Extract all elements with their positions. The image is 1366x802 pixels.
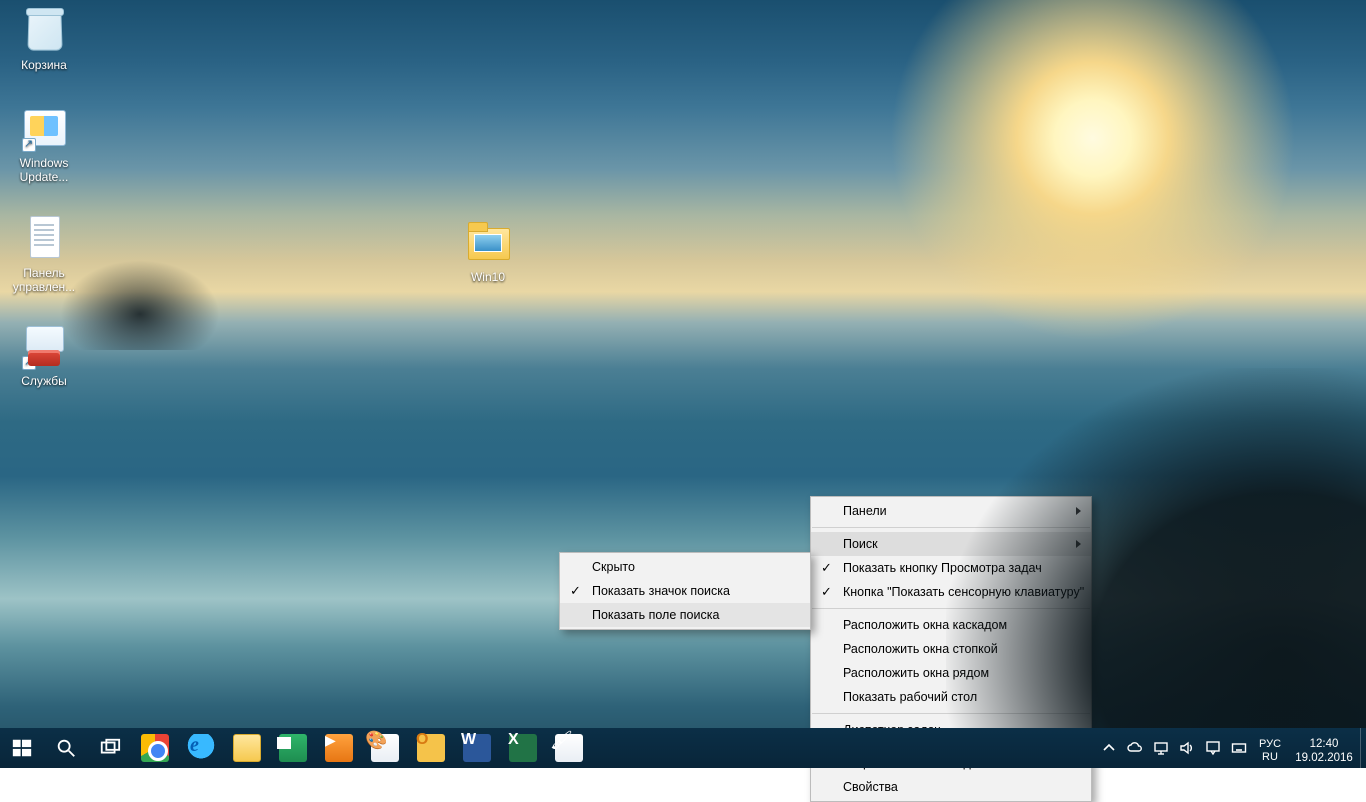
menu-item-label: Показать рабочий стол [843,690,977,704]
menu-item-label: Свойства [843,780,898,794]
search-button[interactable] [44,728,88,768]
menu-item-stack[interactable]: Расположить окна стопкой [811,637,1091,661]
submenu-item-show-icon[interactable]: Показать значок поиска [560,579,810,603]
folder-thumb-icon [474,234,502,252]
taskbar-app-paint[interactable] [362,728,408,768]
text-file-icon [20,214,68,262]
desktop-icon-label: Корзина [6,58,82,72]
menu-separator [812,608,1090,609]
speaker-icon [1179,740,1195,756]
taskbar-app-store[interactable] [270,728,316,768]
menu-item-label: Скрыто [592,560,635,574]
taskview-button[interactable] [88,728,132,768]
chevron-up-icon [1101,740,1117,756]
search-submenu: Скрыто Показать значок поиска Показать п… [559,552,811,630]
notification-icon [1205,740,1221,756]
taskbar: РУС RU 12:40 19.02.2016 [0,728,1366,768]
desktop-icon-services[interactable]: Службы [6,322,82,388]
menu-item-label: Расположить окна стопкой [843,642,998,656]
menu-item-label: Панели [843,504,887,518]
paint-icon [371,734,399,762]
media-player-icon [325,734,353,762]
menu-item-taskview[interactable]: Показать кнопку Просмотра задач [811,556,1091,580]
menu-item-sidebyside[interactable]: Расположить окна рядом [811,661,1091,685]
network-icon [1153,740,1169,756]
desktop-wallpaper[interactable]: Корзина Windows Update... Панель управле… [0,0,1366,768]
menu-item-label: Показать значок поиска [592,584,730,598]
menu-item-search[interactable]: Поиск [811,532,1091,556]
taskview-icon [99,737,121,759]
windows-update-icon [20,104,68,152]
cloud-icon [1127,740,1143,756]
shortcut-overlay-icon [22,356,36,370]
menu-item-properties[interactable]: Свойства [811,775,1091,799]
taskbar-app-chrome[interactable] [132,728,178,768]
word-icon [463,734,491,762]
menu-separator [812,713,1090,714]
menu-item-label: Поиск [843,537,878,551]
language-indicator[interactable]: РУС RU [1252,732,1288,764]
search-icon [55,737,77,759]
clock-date: 19.02.2016 [1288,751,1360,765]
menu-item-panels[interactable]: Панели [811,499,1091,523]
taskbar-app-paintnet[interactable] [546,728,592,768]
services-icon [20,322,68,370]
submenu-item-hidden[interactable]: Скрыто [560,555,810,579]
desktop-icon-win10-folder[interactable]: Win10 [450,218,526,284]
submenu-item-show-box[interactable]: Показать поле поиска [560,603,810,627]
desktop-icon-windows-update[interactable]: Windows Update... [6,104,82,184]
desktop-icon-recycle-bin[interactable]: Корзина [6,6,82,72]
menu-item-touch-keyboard[interactable]: Кнопка "Показать сенсорную клавиатуру" [811,580,1091,604]
menu-item-label: Показать кнопку Просмотра задач [843,561,1042,575]
excel-icon [509,734,537,762]
menu-item-label: Расположить окна каскадом [843,618,1007,632]
tray-overflow-button[interactable] [1096,728,1122,768]
desktop-icon-label: Win10 [450,270,526,284]
menu-separator [812,527,1090,528]
tray-volume[interactable] [1174,728,1200,768]
taskbar-app-explorer[interactable] [224,728,270,768]
tray-action-center[interactable] [1200,728,1226,768]
outlook-icon [417,734,445,762]
internet-explorer-icon [187,734,215,762]
menu-item-cascade[interactable]: Расположить окна каскадом [811,613,1091,637]
windows-store-icon [279,734,307,762]
start-button[interactable] [0,728,44,768]
chrome-icon [141,734,169,762]
taskbar-app-word[interactable] [454,728,500,768]
clock[interactable]: 12:40 19.02.2016 [1288,732,1360,765]
keyboard-icon [1231,740,1247,756]
desktop-icon-label: Панель управлен... [6,266,82,294]
taskbar-app-wmp[interactable] [316,728,362,768]
taskbar-left [0,728,592,768]
taskbar-app-excel[interactable] [500,728,546,768]
taskbar-app-ie[interactable] [178,728,224,768]
lang-line1: РУС [1252,738,1288,751]
desktop-icon-label: Windows Update... [6,156,82,184]
menu-item-label: Кнопка "Показать сенсорную клавиатуру" [843,585,1084,599]
paintnet-icon [555,734,583,762]
clock-time: 12:40 [1288,737,1360,751]
windows-logo-icon [11,737,33,759]
file-explorer-icon [233,734,261,762]
shortcut-overlay-icon [22,138,36,152]
tray-touch-keyboard[interactable] [1226,728,1252,768]
menu-item-show-desktop[interactable]: Показать рабочий стол [811,685,1091,709]
taskbar-app-outlook[interactable] [408,728,454,768]
lang-line2: RU [1252,751,1288,764]
menu-item-label: Показать поле поиска [592,608,719,622]
show-desktop-button[interactable] [1360,728,1366,768]
desktop-icon-control-panel[interactable]: Панель управлен... [6,214,82,294]
desktop-icon-label: Службы [6,374,82,388]
folder-icon [464,218,512,266]
tray-onedrive[interactable] [1122,728,1148,768]
system-tray: РУС RU 12:40 19.02.2016 [1096,728,1366,768]
recycle-bin-icon [20,6,68,54]
tray-network[interactable] [1148,728,1174,768]
menu-item-label: Расположить окна рядом [843,666,989,680]
